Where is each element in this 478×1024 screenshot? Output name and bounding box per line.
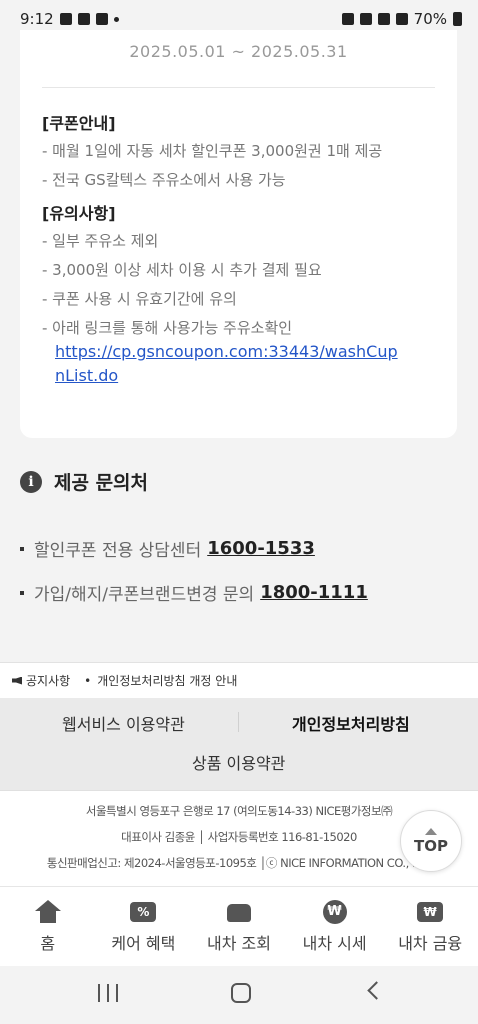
coupon-info-card: 2025.05.01 ~ 2025.05.31 [쿠폰안내] - 매월 1일에 … [20,30,457,438]
web-terms-link[interactable]: 웹서비스 이용약관 [62,711,185,735]
nav-car-lookup[interactable]: 내차 조회 [191,887,287,966]
bullet-icon [20,590,24,595]
mute-icon [359,13,372,25]
station-list-link[interactable]: https://cp.gsncoupon.com:33443/washCup n… [55,340,435,388]
product-terms-link[interactable]: 상품 이용약관 [192,750,285,774]
status-left: 9:12 [20,10,119,28]
home-button[interactable] [231,983,251,1003]
nav-label: 내차 조회 [207,933,271,953]
contact-label: 가입/해지/쿠폰브랜드변경 문의 [34,585,255,605]
nav-care-benefits[interactable]: % 케어 혜택 [96,887,192,966]
speaker-icon [12,676,22,685]
bullet-icon [20,546,24,551]
contact-row: 할인쿠폰 전용 상담센터 1600-1533 [20,536,315,561]
battery-percent: 70% [413,10,447,28]
home-icon [34,899,61,924]
notice-bullet: • [84,673,92,688]
car-icon [226,900,252,924]
contact-row: 가입/해지/쿠폰브랜드변경 문의 1800-1111 [20,580,368,605]
nav-car-price[interactable]: ₩ 내차 시세 [287,887,383,966]
coupon-guide-title: [쿠폰안내] [42,114,116,133]
nav-home[interactable]: 홈 [0,887,96,966]
contact-phone-link[interactable]: 1800-1111 [260,582,368,603]
notice-label: 공지사항 [26,674,71,688]
privacy-policy-link[interactable]: 개인정보처리방침 [292,711,410,735]
scroll-top-button[interactable]: TOP [400,810,462,872]
status-right: 70% [341,10,462,28]
pay-icon [95,13,108,25]
won-coin-icon: ₩ [322,899,348,924]
caution-item: - 쿠폰 사용 시 유효기간에 유의 [42,290,237,308]
back-button[interactable] [367,981,386,1000]
more-notifications-icon [113,16,119,22]
nav-label: 내차 금융 [398,933,463,953]
wifi-icon [377,13,390,25]
up-arrow-icon [425,827,437,835]
nav-label: 홈 [40,933,56,953]
caution-title: [유의사항] [42,204,116,223]
coupon-guide-item: - 매월 1일에 자동 세차 할인쿠폰 3,000원권 1매 제공 [42,142,383,160]
coupon-guide-item: - 전국 GS칼텍스 주유소에서 사용 가능 [42,171,286,189]
top-label: TOP [414,836,448,855]
contact-header: i 제공 문의처 [20,468,148,495]
signal-icon [395,13,408,25]
battery-icon [453,12,462,26]
bottom-nav: 홈 % 케어 혜택 내차 조회 ₩ 내차 시세 ₩ 내차 금융 [0,886,478,966]
alarm-icon [341,13,354,25]
system-nav-bar [0,966,478,1024]
info-icon: i [20,470,42,493]
link-line-2: nList.do [55,366,119,385]
contact-title: 제공 문의처 [54,472,149,494]
link-line-1: https://cp.gsncoupon.com:33443/washCup [55,342,398,361]
notification-icon [59,13,72,25]
contact-label: 할인쿠폰 전용 상담센터 [34,541,202,561]
caution-item: - 아래 링크를 통해 사용가능 주유소확인 [42,319,293,337]
nav-label: 케어 혜택 [111,933,176,953]
contact-phone-link[interactable]: 1600-1533 [207,538,315,559]
nav-car-finance[interactable]: ₩ 내차 금융 [382,887,478,966]
status-time: 9:12 [20,10,54,28]
notice-item[interactable]: 개인정보처리방침 개정 안내 [97,672,237,689]
caution-item: - 3,000원 이상 세차 이용 시 추가 결제 필요 [42,261,322,279]
car-finance-icon: ₩ [417,900,444,924]
footer-links: 웹서비스 이용약관 개인정보처리방침 상품 이용약관 [0,698,478,790]
recent-apps-button[interactable] [98,984,118,1002]
nav-label: 내차 시세 [302,933,367,953]
coupon-period: 2025.05.01 ~ 2025.05.31 [42,30,435,88]
coupon-icon: % [130,900,157,924]
company-address: 서울특별시 영등포구 은행로 17 (여의도동14-33) NICE평가정보㈜ [85,804,393,818]
notice-bar[interactable]: 공지사항 • 개인정보처리방침 개정 안내 [0,662,478,698]
app-icon [77,13,90,25]
caution-item: - 일부 주유소 제외 [42,232,159,250]
footer-divider [238,712,239,732]
